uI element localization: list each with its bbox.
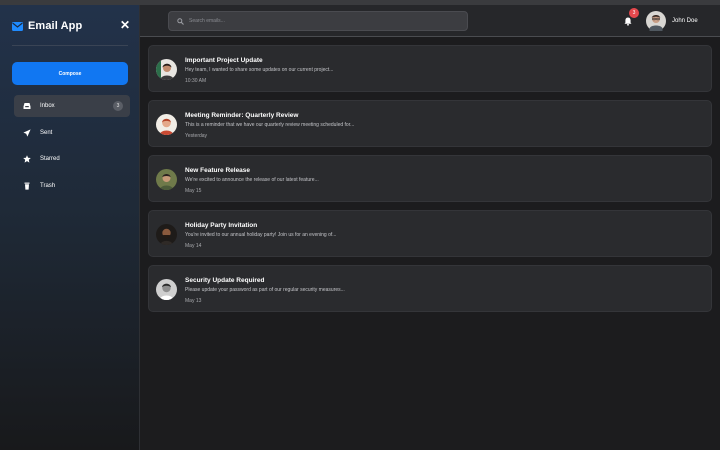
search-box [168,11,468,31]
brand: Email App ✕ [12,18,130,34]
sidebar-item-sent[interactable]: Sent [14,122,130,144]
sidebar-item-label: Trash [40,183,56,189]
email-item[interactable]: Holiday Party Invitation You're invited … [148,210,712,257]
trash-icon [23,182,31,190]
email-date: May 15 [185,188,202,194]
email-preview: Please update your password as part of o… [185,287,345,293]
close-sidebar-button[interactable]: ✕ [120,19,130,31]
compose-button[interactable]: Compose [12,62,128,85]
envelope-icon [12,21,23,31]
email-item[interactable]: Important Project Update Hey team, I wan… [148,45,712,92]
email-date: May 13 [185,298,202,304]
avatar [646,11,666,31]
sender-avatar [156,59,177,80]
sender-avatar [156,224,177,245]
app-title: Email App [28,20,83,32]
sidebar-item-inbox[interactable]: Inbox 3 [14,95,130,117]
sender-avatar [156,114,177,135]
email-item[interactable]: Meeting Reminder: Quarterly Review This … [148,100,712,147]
email-preview: This is a reminder that we have our quar… [185,122,355,128]
sidebar: Email App ✕ Compose Inbox 3 Sent Starred [0,5,140,450]
sidebar-item-label: Sent [40,130,53,136]
email-item[interactable]: New Feature Release We're excited to ann… [148,155,712,202]
paper-plane-icon [23,129,31,137]
sidebar-item-trash[interactable]: Trash [14,175,130,197]
top-bar: 3 John Doe [140,5,720,37]
email-date: Yesterday [185,133,208,139]
sidebar-item-label: Starred [40,156,60,162]
email-preview: You're invited to our annual holiday par… [185,232,337,238]
sender-avatar [156,279,177,300]
sender-avatar [156,169,177,190]
email-subject: New Feature Release [185,167,251,174]
sidebar-divider [12,45,128,46]
email-subject: Meeting Reminder: Quarterly Review [185,112,299,119]
email-date: May 14 [185,243,202,249]
inbox-icon [23,102,31,110]
search-icon [177,17,184,25]
email-subject: Important Project Update [185,57,263,64]
sidebar-item-label: Inbox [40,103,55,109]
email-subject: Security Update Required [185,277,265,284]
inbox-count-badge: 3 [113,101,123,111]
bell-icon[interactable] [624,17,632,26]
star-icon [23,155,31,163]
sidebar-item-starred[interactable]: Starred [14,148,130,170]
search-input[interactable] [189,18,449,24]
email-preview: We're excited to announce the release of… [185,177,319,183]
email-subject: Holiday Party Invitation [185,222,258,229]
email-preview: Hey team, I wanted to share some updates… [185,67,334,73]
user-name: John Doe [672,18,698,24]
user-menu[interactable]: John Doe [646,11,698,31]
email-date: 10:30 AM [185,78,207,84]
email-item[interactable]: Security Update Required Please update y… [148,265,712,312]
notification-badge: 3 [629,8,639,18]
